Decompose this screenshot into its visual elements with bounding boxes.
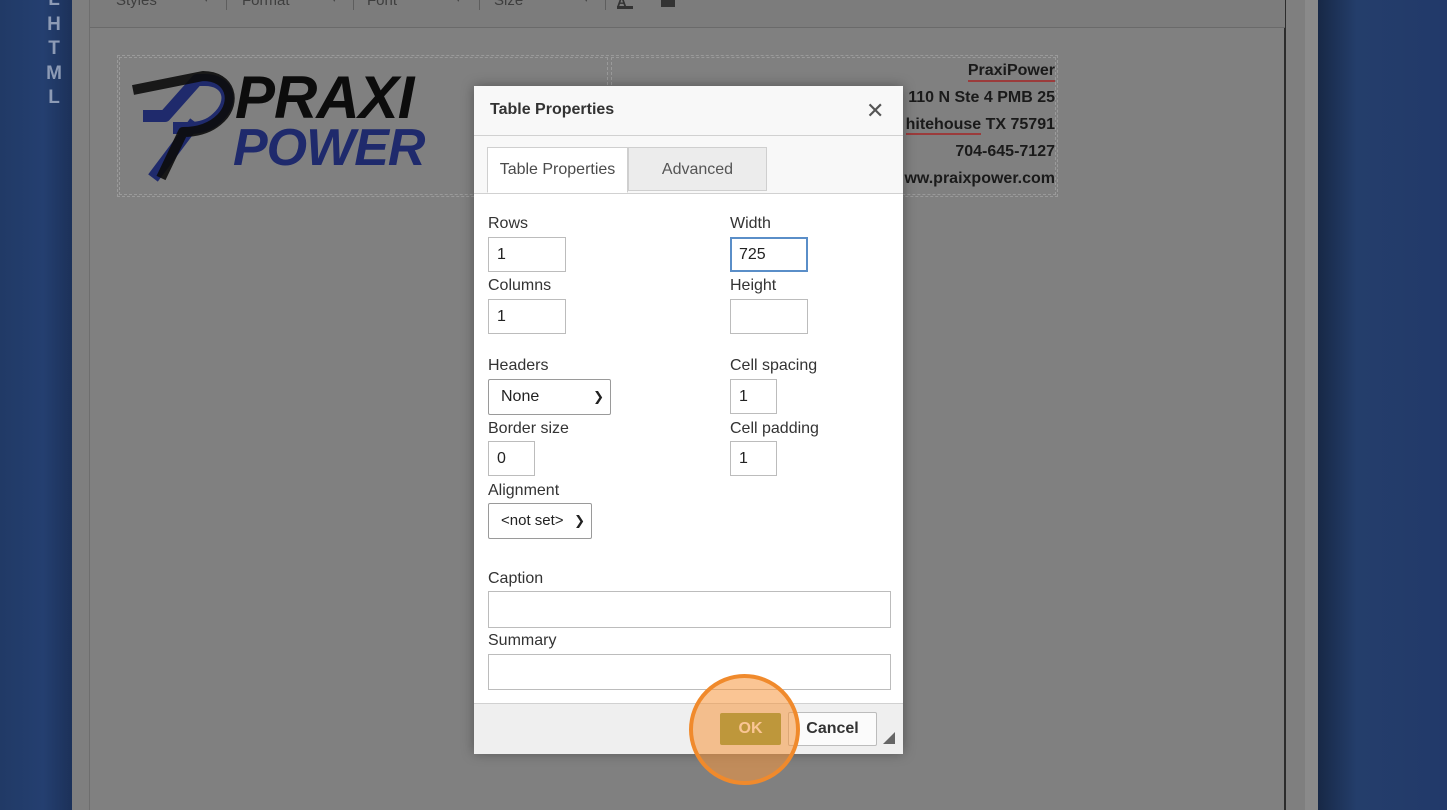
summary-input[interactable] [488,654,891,690]
cell-padding-label: Cell padding [730,420,819,437]
cell-padding-input[interactable]: 1 [730,441,777,476]
html-vertical-label: L H T M L [44,0,64,111]
vertical-label-letter: L [48,87,60,108]
alignment-select-value: <not set> [501,512,564,529]
editor-right-border [1305,0,1319,810]
right-background-panel [1318,0,1447,810]
width-label: Width [730,215,771,232]
headers-select-value: None [501,388,540,405]
caption-input[interactable] [488,591,891,628]
width-input[interactable]: 725 [730,237,808,272]
chevron-down-icon: ▾ [584,0,589,5]
vertical-label-letter: L [44,0,64,13]
dialog-footer: OK Cancel [474,703,903,754]
toolbar-separator [605,0,606,10]
state-zip-text: TX 75791 [981,116,1055,133]
chevron-down-icon: ▾ [456,0,461,5]
vertical-label-letter: M [46,62,62,84]
cell-spacing-label: Cell spacing [730,357,818,374]
dialog-title: Table Properties [490,101,615,118]
caption-label: Caption [488,570,544,587]
cell-spacing-input[interactable]: 1 [730,379,777,414]
toolbar-separator [226,0,227,10]
resize-handle-icon[interactable] [883,732,895,744]
dialog-tab-strip: Table Properties Advanced [474,136,903,194]
chevron-down-icon: ❯ [574,513,585,528]
columns-label: Columns [488,277,552,294]
company-name-text: PraxiPower [967,62,1055,82]
city-line: hitehouse TX 75791 [905,116,1055,135]
styles-dropdown[interactable]: Styles [116,0,157,10]
toolbar-separator [353,0,354,10]
tab-advanced[interactable]: Advanced [628,147,767,191]
border-size-label: Border size [488,420,569,437]
columns-input[interactable]: 1 [488,299,566,334]
headers-label: Headers [488,357,549,374]
height-input[interactable] [730,299,808,334]
background-color-icon[interactable] [661,0,675,7]
address-line: 110 N Ste 4 PMB 25 [908,89,1055,106]
editor-toolbar: Styles ▾ Format ▾ Font ▾ Size ▾ A [90,0,1285,28]
tab-table-properties[interactable]: Table Properties [487,147,628,193]
company-name: PraxiPower [967,62,1055,82]
left-sidebar-panel: L H T M L [0,0,72,810]
summary-label: Summary [488,632,557,649]
border-size-input[interactable]: 0 [488,441,535,476]
logo-power-text: POWER [233,119,425,177]
ok-button[interactable]: OK [720,713,781,745]
rows-input[interactable]: 1 [488,237,566,272]
chevron-down-icon: ❯ [593,389,604,404]
table-properties-dialog: Table Properties ✕ Table Properties Adva… [474,86,903,754]
praxipower-logo: PRAXI POWER [125,66,465,186]
alignment-label: Alignment [488,482,560,499]
rows-label: Rows [488,215,529,232]
alignment-select[interactable]: <not set> ❯ [488,503,592,539]
phone-line: 704-645-7127 [955,143,1055,160]
dialog-title-bar[interactable]: Table Properties ✕ [474,86,903,136]
format-dropdown[interactable]: Format [242,0,290,10]
vertical-label-letter: T [48,38,60,59]
logo-p-mark-icon [132,71,235,182]
city-text: hitehouse [905,116,982,135]
website-line: ww.praixpower.com [904,170,1055,187]
size-dropdown[interactable]: Size [494,0,523,10]
toolbar-separator [479,0,480,10]
text-color-icon[interactable]: A [617,0,633,9]
height-label: Height [730,277,777,294]
close-icon[interactable]: ✕ [866,100,884,122]
chevron-down-icon: ▾ [332,0,337,5]
font-dropdown[interactable]: Font [367,0,397,10]
vertical-label-letter: H [47,13,61,35]
cancel-button[interactable]: Cancel [788,712,877,746]
headers-select[interactable]: None ❯ [488,379,611,415]
chevron-down-icon: ▾ [204,0,209,5]
